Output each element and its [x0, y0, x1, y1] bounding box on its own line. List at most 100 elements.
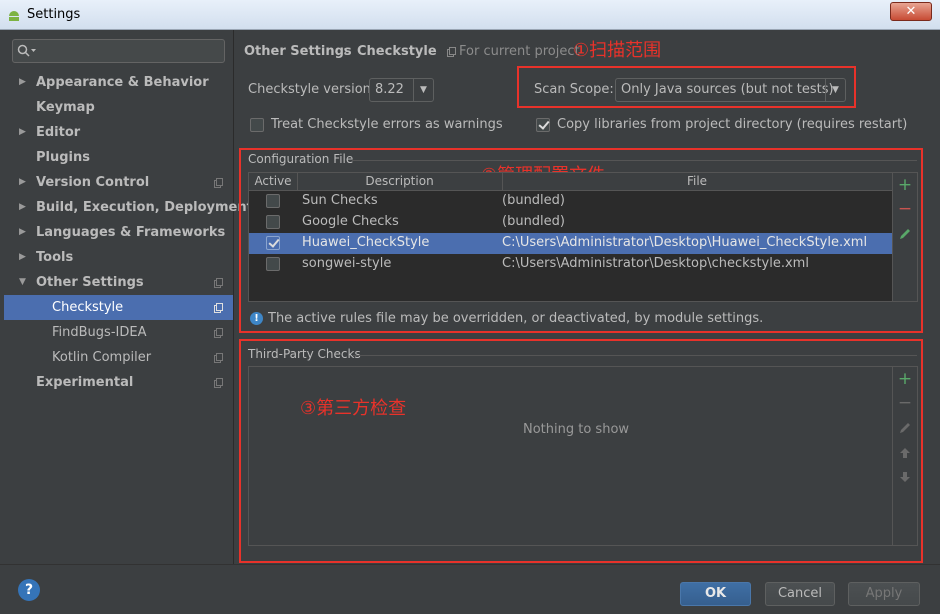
settings-search[interactable]	[12, 39, 225, 63]
config-group-title: Configuration File	[248, 152, 354, 166]
sidebar-item-languages[interactable]: ▶ Languages & Frameworks	[4, 220, 233, 245]
window-title: Settings	[27, 7, 81, 22]
version-select[interactable]: 8.22 ▼	[369, 78, 434, 102]
expand-arrow-icon[interactable]: ▶	[19, 170, 26, 195]
project-scope-icon	[214, 303, 223, 313]
annotation-scan-scope: ①扫描范围	[573, 40, 662, 61]
sidebar-item-label: Keymap	[36, 100, 95, 115]
row-file: (bundled)	[502, 214, 565, 229]
sidebar-item-label: Build, Execution, Deployment	[36, 200, 253, 215]
apply-button[interactable]: Apply	[848, 582, 920, 606]
add-icon[interactable]: +	[897, 371, 913, 388]
sidebar-item-checkstyle[interactable]: Checkstyle	[4, 295, 233, 320]
scan-scope-value: Only Java sources (but not tests)	[621, 82, 834, 97]
third-party-toolbar: + −	[893, 366, 918, 546]
sidebar-item-build[interactable]: ▶ Build, Execution, Deployment	[4, 195, 253, 220]
sidebar-item-label: Tools	[36, 250, 74, 265]
move-down-icon[interactable]	[898, 470, 912, 484]
sidebar-item-version-control[interactable]: ▶ Version Control	[4, 170, 233, 195]
close-button[interactable]: ✕	[890, 2, 932, 21]
sidebar-item-label: Languages & Frameworks	[36, 225, 226, 240]
treat-errors-label: Treat Checkstyle errors as warnings	[271, 117, 503, 132]
sidebar-item-findbugs[interactable]: FindBugs-IDEA	[4, 320, 233, 345]
treat-errors-checkbox[interactable]	[250, 118, 264, 132]
column-description[interactable]: Description	[297, 174, 502, 188]
active-checkbox[interactable]	[266, 236, 280, 250]
group-divider	[353, 355, 917, 356]
title-bar: Settings ✕	[0, 0, 940, 30]
table-header: Active Description File	[249, 173, 892, 191]
project-scope-icon	[214, 178, 223, 188]
sidebar-item-label: Version Control	[36, 175, 150, 190]
active-checkbox[interactable]	[266, 194, 280, 208]
sidebar-item-kotlin-compiler[interactable]: Kotlin Compiler	[4, 345, 233, 370]
sidebar-item-experimental[interactable]: Experimental	[4, 370, 233, 395]
project-scope-icon	[214, 328, 223, 338]
search-input[interactable]	[41, 42, 221, 60]
expand-arrow-icon[interactable]: ▶	[19, 120, 26, 145]
empty-state: Nothing to show	[523, 422, 630, 437]
table-row[interactable]: Sun Checks (bundled)	[249, 191, 892, 212]
table-row[interactable]: Google Checks (bundled)	[249, 212, 892, 233]
row-file: C:\Users\Administrator\Desktop\checkstyl…	[502, 256, 809, 271]
expand-arrow-icon[interactable]: ▶	[19, 245, 26, 270]
sidebar-item-editor[interactable]: ▶ Editor	[4, 120, 233, 145]
expand-arrow-icon[interactable]: ▶	[19, 70, 26, 95]
dropdown-arrow-icon[interactable]: ▼	[413, 79, 433, 101]
breadcrumb-parent[interactable]: Other Settings	[244, 44, 352, 59]
project-scope-icon	[214, 378, 223, 388]
config-table: Active Description File Sun Checks (bund…	[248, 172, 893, 302]
dropdown-arrow-icon[interactable]: ▼	[825, 79, 845, 101]
project-scope-icon	[214, 278, 223, 288]
project-scope-icon	[447, 47, 456, 57]
sidebar-item-label: Editor	[36, 125, 81, 140]
sidebar-item-label: FindBugs-IDEA	[52, 325, 147, 340]
help-button[interactable]: ?	[18, 579, 40, 601]
remove-icon[interactable]: −	[897, 395, 913, 412]
row-description: songwei-style	[302, 256, 392, 271]
scope-note: For current project	[459, 44, 580, 59]
sidebar-item-label: Plugins	[36, 150, 90, 165]
copy-libraries-checkbox[interactable]	[536, 118, 550, 132]
move-up-icon[interactable]	[898, 446, 912, 460]
ok-button[interactable]: OK	[680, 582, 751, 606]
checkstyle-panel: Other Settings › Checkstyle For current …	[235, 30, 940, 564]
settings-sidebar: ▶ Appearance & Behavior Keymap ▶ Editor …	[0, 30, 253, 564]
row-description: Google Checks	[302, 214, 399, 229]
sidebar-item-label: Appearance & Behavior	[36, 75, 209, 90]
sidebar-item-appearance[interactable]: ▶ Appearance & Behavior	[4, 70, 233, 95]
table-row[interactable]: Huawei_CheckStyle C:\Users\Administrator…	[249, 233, 892, 254]
add-icon[interactable]: +	[897, 177, 913, 194]
scan-scope-select[interactable]: Only Java sources (but not tests) ▼	[615, 78, 846, 102]
version-label: Checkstyle version:	[248, 82, 376, 97]
page-title: Checkstyle	[357, 44, 437, 59]
column-file[interactable]: File	[502, 174, 892, 188]
expand-arrow-icon[interactable]: ▶	[19, 195, 26, 220]
android-icon	[9, 11, 19, 21]
sidebar-item-label: Experimental	[36, 375, 134, 390]
info-icon: !	[250, 312, 263, 325]
version-value: 8.22	[375, 82, 404, 97]
cancel-button[interactable]: Cancel	[765, 582, 835, 606]
sidebar-item-keymap[interactable]: Keymap	[4, 95, 233, 120]
active-checkbox[interactable]	[266, 215, 280, 229]
config-toolbar: + −	[893, 172, 918, 302]
row-file: (bundled)	[502, 193, 565, 208]
sidebar-item-tools[interactable]: ▶ Tools	[4, 245, 233, 270]
sidebar-item-plugins[interactable]: Plugins	[4, 145, 233, 170]
remove-icon[interactable]: −	[897, 201, 913, 218]
table-row[interactable]: songwei-style C:\Users\Administrator\Des…	[249, 254, 892, 275]
third-party-title: Third-Party Checks	[248, 347, 361, 361]
expand-arrow-icon[interactable]: ▶	[19, 220, 26, 245]
annotation-third-party: ③第三方检查	[300, 398, 407, 419]
active-checkbox[interactable]	[266, 257, 280, 271]
dialog-footer: ? OK Cancel Apply	[0, 564, 940, 614]
edit-icon[interactable]	[898, 227, 912, 241]
project-scope-icon	[214, 353, 223, 363]
sidebar-item-other-settings[interactable]: ▼ Other Settings	[4, 270, 233, 295]
column-active[interactable]: Active	[249, 174, 297, 188]
sidebar-item-label: Other Settings	[36, 275, 144, 290]
edit-icon[interactable]	[898, 421, 912, 435]
collapse-arrow-icon[interactable]: ▼	[19, 270, 26, 295]
row-description: Huawei_CheckStyle	[302, 235, 430, 250]
